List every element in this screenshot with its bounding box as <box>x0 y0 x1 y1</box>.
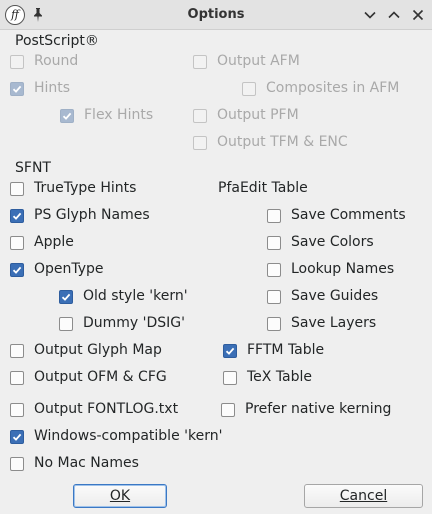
unchecked-box-icon[interactable] <box>10 344 24 358</box>
minimize-chevron-icon[interactable] <box>362 7 378 23</box>
checkbox-label: Flex Hints <box>84 107 154 123</box>
checkmark-icon <box>12 266 22 274</box>
save-comments-checkbox[interactable]: Save Comments <box>267 207 432 224</box>
checkbox-label: No Mac Names <box>34 455 139 471</box>
save-guides-checkbox[interactable]: Save Guides <box>267 288 432 305</box>
fftm-table-checkbox[interactable]: FFTM Table <box>223 342 432 359</box>
checkbox-label: FFTM Table <box>247 342 325 358</box>
checked-box-icon[interactable] <box>223 344 237 358</box>
ok-button-label: OK <box>109 488 131 504</box>
save-layers-checkbox[interactable]: Save Layers <box>267 315 432 332</box>
checkbox-label: Save Guides <box>291 288 379 304</box>
hints-checkbox[interactable]: Hints <box>10 80 250 97</box>
checkmark-icon <box>61 293 71 301</box>
checkbox-label: Output FONTLOG.txt <box>34 401 179 417</box>
checkmark-icon <box>12 85 22 93</box>
checkmark-icon <box>12 433 22 441</box>
checkbox-label: TrueType Hints <box>34 180 137 196</box>
unchecked-box-icon[interactable] <box>267 236 281 250</box>
checkbox-label: Hints <box>34 80 71 96</box>
output-ofm-cfg-checkbox[interactable]: Output OFM & CFG <box>10 369 250 386</box>
checkbox-label: Lookup Names <box>291 261 395 277</box>
checkbox-label: Save Colors <box>291 234 374 250</box>
checkbox-label: Output AFM <box>217 53 300 69</box>
apple-checkbox[interactable]: Apple <box>10 234 250 251</box>
unchecked-box-icon[interactable] <box>223 371 237 385</box>
unchecked-box-icon[interactable] <box>193 109 207 123</box>
checkbox-label: Composites in AFM <box>266 80 400 96</box>
checkbox-label: Round <box>34 53 79 69</box>
unchecked-box-icon[interactable] <box>267 209 281 223</box>
checkbox-label: Output TFM & ENC <box>217 134 348 150</box>
checkbox-label: Windows-compatible 'kern' <box>34 428 223 444</box>
checkbox-label: PS Glyph Names <box>34 207 150 223</box>
checkbox-label: Old style 'kern' <box>83 288 188 304</box>
unchecked-box-icon[interactable] <box>267 317 281 331</box>
unchecked-box-icon[interactable] <box>59 317 73 331</box>
checkbox-label: Apple <box>34 234 74 250</box>
postscript-section-header: PostScript® <box>15 33 99 49</box>
ps-glyph-names-checkbox[interactable]: PS Glyph Names <box>10 207 250 224</box>
cancel-button-label: Cancel <box>339 488 388 504</box>
unchecked-box-icon[interactable] <box>10 182 24 196</box>
dummy-dsig-checkbox[interactable]: Dummy 'DSIG' <box>59 315 299 332</box>
output-glyph-map-checkbox[interactable]: Output Glyph Map <box>10 342 250 359</box>
checked-box-icon[interactable] <box>59 290 73 304</box>
title-bar: ff Options <box>0 0 432 30</box>
prefer-native-kerning-checkbox[interactable]: Prefer native kerning <box>221 401 432 418</box>
checked-box-icon[interactable] <box>10 82 24 96</box>
unchecked-box-icon[interactable] <box>193 136 207 150</box>
truetype-hints-checkbox[interactable]: TrueType Hints <box>10 180 250 197</box>
windows-compatible-kern-checkbox[interactable]: Windows-compatible 'kern' <box>10 428 250 445</box>
unchecked-box-icon[interactable] <box>10 371 24 385</box>
unchecked-box-icon[interactable] <box>10 403 24 417</box>
output-fontlog-checkbox[interactable]: Output FONTLOG.txt <box>10 401 250 418</box>
cancel-button[interactable]: Cancel <box>304 484 423 508</box>
checkbox-label: Output Glyph Map <box>34 342 162 358</box>
checked-box-icon[interactable] <box>10 430 24 444</box>
unchecked-box-icon[interactable] <box>193 55 207 69</box>
checkbox-label: OpenType <box>34 261 104 277</box>
checkbox-label: Dummy 'DSIG' <box>83 315 186 331</box>
opentype-checkbox[interactable]: OpenType <box>10 261 250 278</box>
checkbox-label: Output PFM <box>217 107 299 123</box>
composites-in-afm-checkbox[interactable]: Composites in AFM <box>242 80 432 97</box>
unchecked-box-icon[interactable] <box>221 403 235 417</box>
unchecked-box-icon[interactable] <box>267 263 281 277</box>
no-mac-names-checkbox[interactable]: No Mac Names <box>10 455 250 472</box>
lookup-names-checkbox[interactable]: Lookup Names <box>267 261 432 278</box>
checkmark-icon <box>62 112 72 120</box>
output-afm-checkbox[interactable]: Output AFM <box>193 53 432 70</box>
output-tfm-enc-checkbox[interactable]: Output TFM & ENC <box>193 134 432 151</box>
unchecked-box-icon[interactable] <box>10 236 24 250</box>
save-colors-checkbox[interactable]: Save Colors <box>267 234 432 251</box>
checkbox-label: Save Comments <box>291 207 406 223</box>
checked-box-icon[interactable] <box>60 109 74 123</box>
close-icon[interactable] <box>410 7 426 23</box>
checkbox-label: Prefer native kerning <box>245 401 392 417</box>
old-style-kern-checkbox[interactable]: Old style 'kern' <box>59 288 299 305</box>
sfnt-section-header: SFNT <box>15 160 51 176</box>
unchecked-box-icon[interactable] <box>242 82 256 96</box>
unchecked-box-icon[interactable] <box>10 457 24 471</box>
output-pfm-checkbox[interactable]: Output PFM <box>193 107 432 124</box>
unchecked-box-icon[interactable] <box>267 290 281 304</box>
checkmark-icon <box>225 347 235 355</box>
checkbox-label: Save Layers <box>291 315 377 331</box>
checked-box-icon[interactable] <box>10 263 24 277</box>
tex-table-checkbox[interactable]: TeX Table <box>223 369 432 386</box>
ok-button[interactable]: OK <box>73 484 167 508</box>
checked-box-icon[interactable] <box>10 209 24 223</box>
checkbox-label: Output OFM & CFG <box>34 369 167 385</box>
unchecked-box-icon[interactable] <box>10 55 24 69</box>
checkbox-label: TeX Table <box>247 369 313 385</box>
checkmark-icon <box>12 212 22 220</box>
maximize-chevron-icon[interactable] <box>386 7 402 23</box>
